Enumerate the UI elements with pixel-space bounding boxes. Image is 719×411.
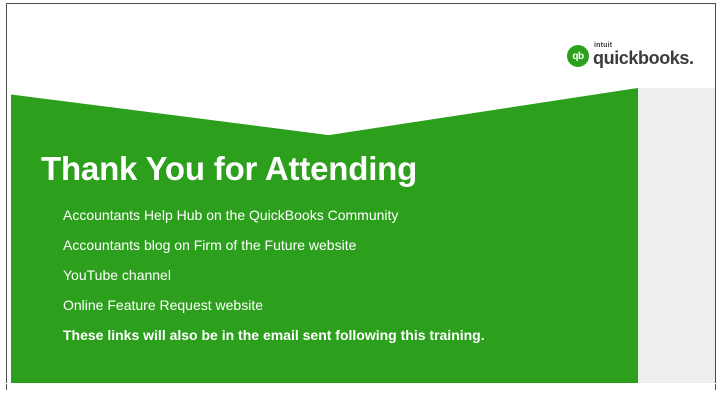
quickbooks-logo: qb intuit quickbooks.: [567, 42, 694, 70]
bottom-edge: [6, 383, 716, 384]
qb-logo-icon: qb: [567, 45, 589, 67]
slide-title: Thank You for Attending: [41, 150, 418, 187]
resource-link-youtube[interactable]: YouTube channel: [63, 267, 485, 297]
resource-link-help-hub[interactable]: Accountants Help Hub on the QuickBooks C…: [63, 207, 485, 237]
email-note: These links will also be in the email se…: [63, 327, 485, 343]
resource-link-blog[interactable]: Accountants blog on Firm of the Future w…: [63, 237, 485, 267]
resource-link-feature-request[interactable]: Online Feature Request website: [63, 297, 485, 327]
resource-list: Accountants Help Hub on the QuickBooks C…: [63, 207, 485, 357]
logo-quickbooks-text: quickbooks.: [593, 48, 694, 68]
slide: qb intuit quickbooks. Thank You for Atte…: [0, 0, 719, 411]
side-panel: [638, 88, 715, 384]
